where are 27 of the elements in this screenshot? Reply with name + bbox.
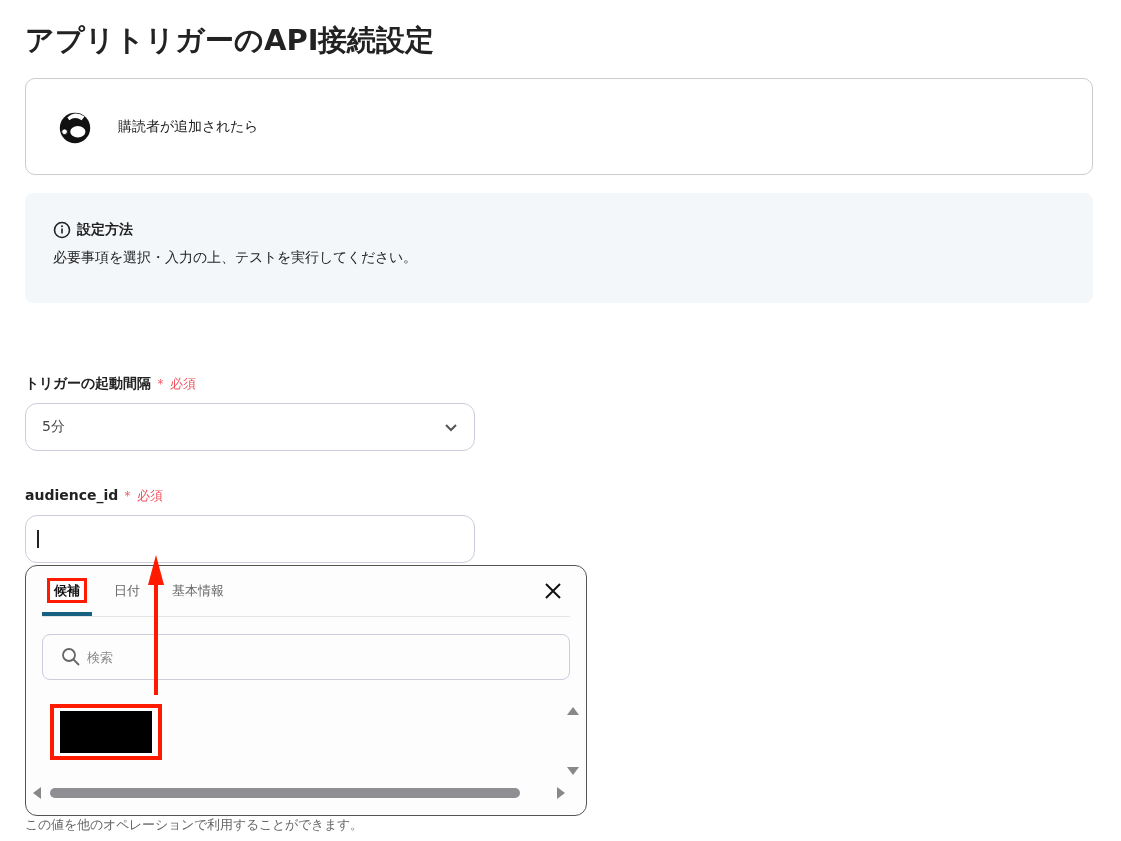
- trigger-label: 購読者が追加されたら: [118, 117, 258, 136]
- text-cursor: [37, 530, 39, 548]
- search-field[interactable]: 検索: [42, 634, 570, 680]
- field-label: トリガーの起動間隔: [25, 375, 151, 393]
- scroll-up-icon[interactable]: [566, 706, 580, 716]
- suggestion-item[interactable]: [50, 704, 162, 760]
- info-icon: [53, 221, 71, 239]
- scroll-right-icon[interactable]: [556, 786, 566, 800]
- page-title: アプリトリガーのAPI接続設定: [25, 22, 436, 59]
- required-label: 必須: [137, 487, 164, 505]
- chevron-down-icon: [444, 422, 458, 432]
- info-text: 必要事項を選択・入力の上、テストを実行してください。: [53, 249, 418, 267]
- close-icon[interactable]: [544, 582, 562, 600]
- info-heading: 設定方法: [77, 221, 133, 239]
- scrollbar-thumb[interactable]: [50, 788, 520, 798]
- interval-select[interactable]: 5分: [25, 403, 475, 451]
- scroll-left-icon[interactable]: [32, 786, 42, 800]
- required-mark: ＊: [154, 375, 167, 393]
- required-label: 必須: [170, 375, 196, 393]
- popup-tab[interactable]: 候補: [42, 566, 92, 616]
- scroll-down-icon[interactable]: [566, 766, 580, 776]
- hint-text: この値を他のオペレーションで利用することができます。: [25, 817, 364, 834]
- required-mark: ＊: [121, 487, 135, 505]
- field-label: audience_id: [25, 487, 119, 503]
- popup-tab[interactable]: 日付: [104, 566, 150, 616]
- search-icon: [61, 647, 81, 667]
- popup-tab[interactable]: 基本情報: [162, 566, 234, 616]
